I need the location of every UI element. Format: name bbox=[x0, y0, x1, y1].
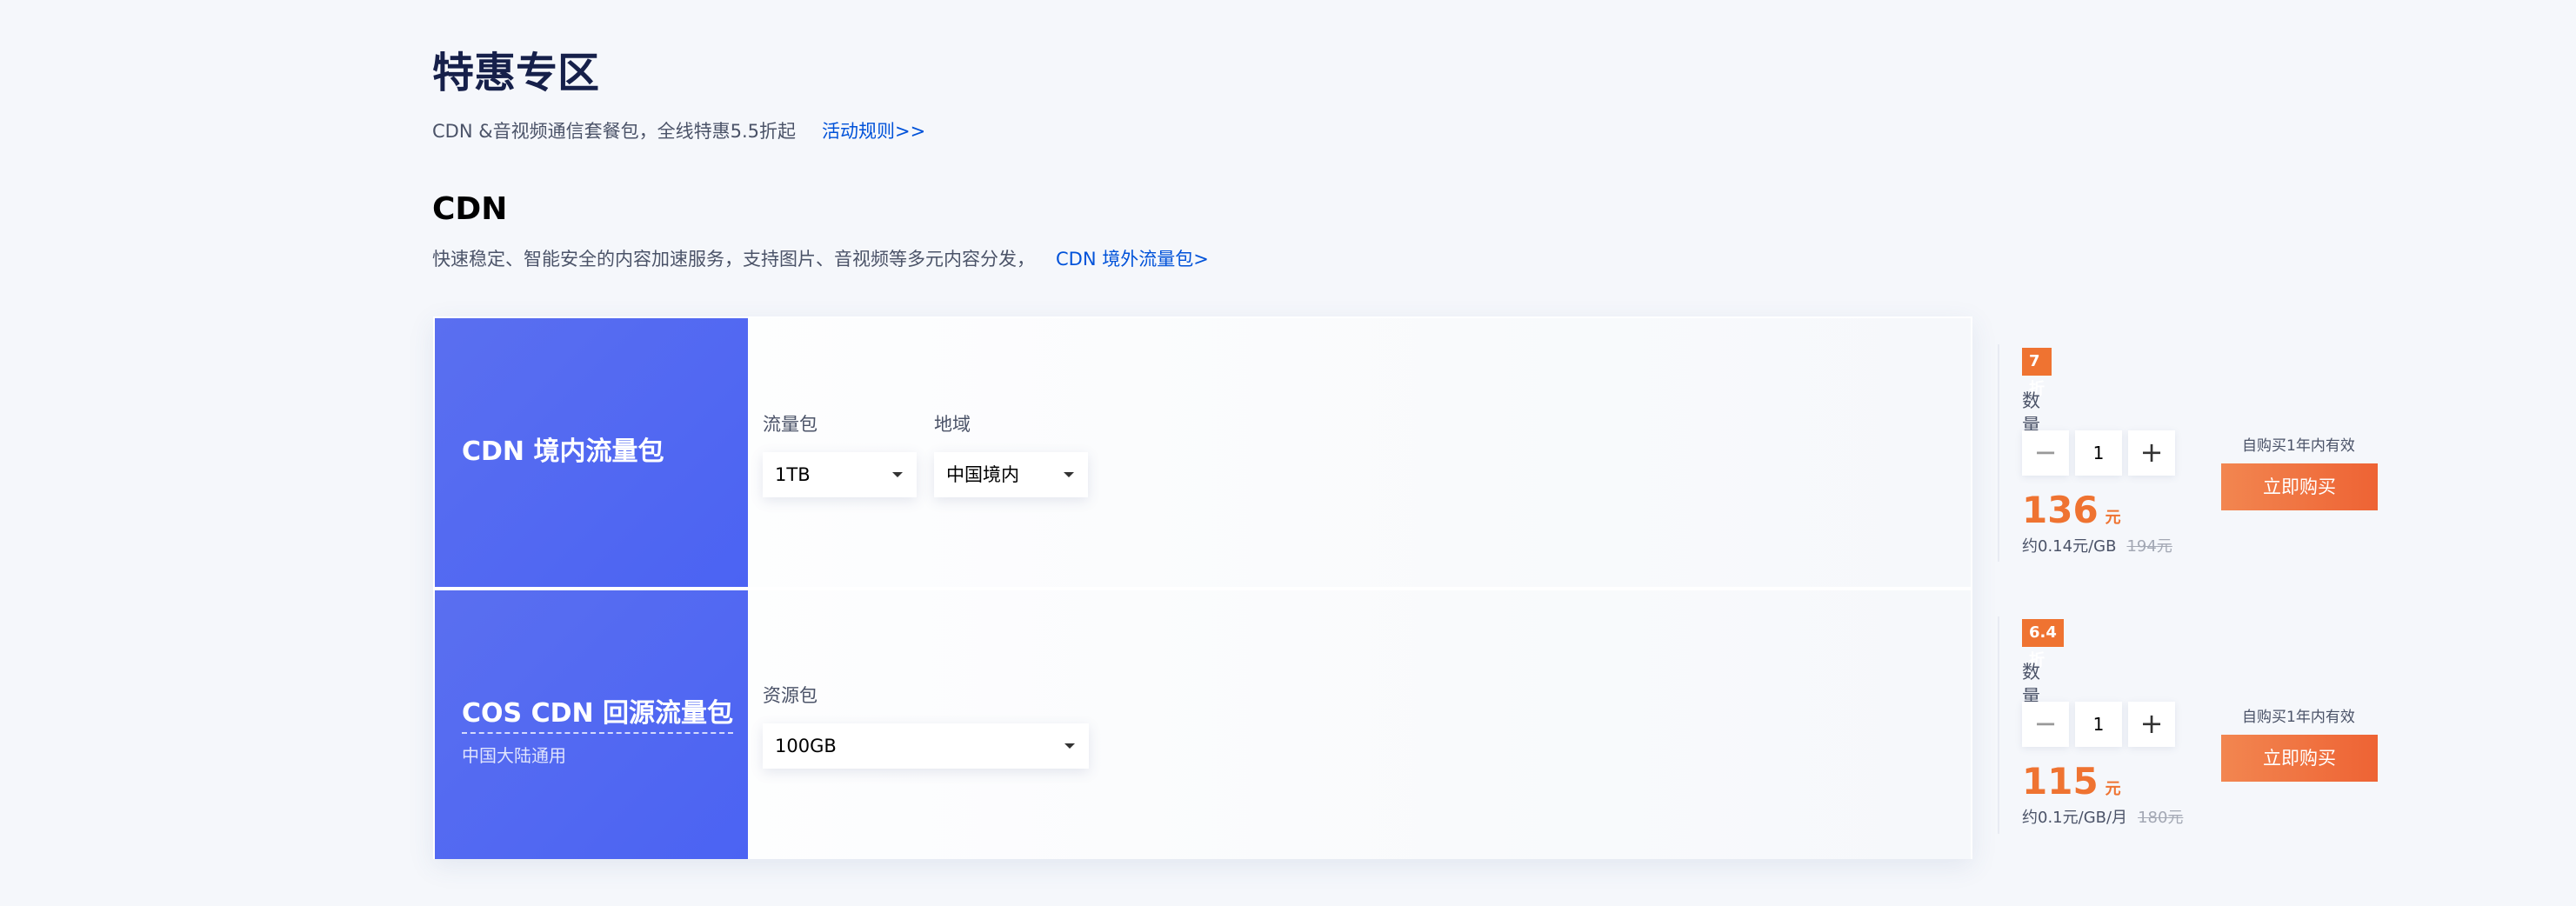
minus-icon[interactable]: − bbox=[2022, 702, 2069, 747]
page-title: 特惠专区 bbox=[432, 49, 600, 97]
page-subtitle: CDN &音视频通信套餐包，全线特惠5.5折起 活动规则>> bbox=[432, 118, 925, 144]
traffic-package-select[interactable]: 1TB bbox=[763, 452, 917, 497]
discount-badge: 7折 bbox=[2022, 348, 2052, 398]
caret-down-icon bbox=[1064, 743, 1075, 749]
caret-down-icon bbox=[892, 472, 903, 477]
price-value: 136 bbox=[2022, 489, 2099, 531]
divider bbox=[1998, 344, 1999, 562]
product-list: CDN 境内流量包 流量包 1TB 地域 中国境内 7折 数量 − 1 + 13… bbox=[433, 316, 2378, 859]
buy-now-button[interactable]: 立即购买 bbox=[2221, 463, 2378, 510]
resource-package-select[interactable]: 100GB bbox=[763, 723, 1089, 769]
section-title: CDN bbox=[432, 191, 508, 227]
section-description: 快速稳定、智能安全的内容加速服务，支持图片、音视频等多元内容分发， CDN 境外流… bbox=[432, 246, 1209, 272]
unit-price: 约0.1元/GB/月 180元 bbox=[2022, 807, 2183, 829]
unit-price-text: 约0.1元/GB/月 bbox=[2022, 809, 2128, 827]
page: 特惠专区 CDN &音视频通信套餐包，全线特惠5.5折起 活动规则>> CDN 快… bbox=[0, 0, 2576, 906]
validity-note: 自购买1年内有效 bbox=[2242, 437, 2355, 455]
price-unit: 元 bbox=[2105, 509, 2121, 527]
region-select[interactable]: 中国境内 bbox=[934, 452, 1088, 497]
section-description-text: 快速稳定、智能安全的内容加速服务，支持图片、音视频等多元内容分发， bbox=[432, 249, 1035, 270]
region-value: 中国境内 bbox=[946, 464, 1019, 485]
product-name: CDN 境内流量包 bbox=[462, 436, 664, 467]
unit-price: 约0.14元/GB 194元 bbox=[2022, 536, 2172, 558]
divider bbox=[1998, 616, 1999, 834]
traffic-package-value: 1TB bbox=[775, 464, 811, 485]
price: 115 元 bbox=[2022, 758, 2121, 805]
price-unit: 元 bbox=[2105, 780, 2121, 798]
quantity-input[interactable]: 1 bbox=[2075, 430, 2122, 476]
discount-badge: 6.4折 bbox=[2022, 619, 2064, 670]
region-label: 地域 bbox=[934, 414, 971, 435]
product-card-header: COS CDN 回源流量包 中国大陆通用 bbox=[435, 590, 748, 859]
validity-note: 自购买1年内有效 bbox=[2242, 709, 2355, 726]
product-subtitle: 中国大陆通用 bbox=[462, 745, 566, 766]
plus-icon[interactable]: + bbox=[2128, 702, 2175, 747]
original-price: 194元 bbox=[2126, 537, 2172, 556]
price: 136 元 bbox=[2022, 487, 2121, 534]
original-price: 180元 bbox=[2138, 809, 2184, 827]
product-card-cos-cdn-origin: COS CDN 回源流量包 中国大陆通用 资源包 100GB 6.4折 数量 −… bbox=[435, 590, 2378, 859]
rules-link[interactable]: 活动规则>> bbox=[822, 121, 925, 142]
unit-price-text: 约0.14元/GB bbox=[2022, 537, 2117, 556]
resource-package-value: 100GB bbox=[775, 736, 837, 756]
product-card-header: CDN 境内流量包 bbox=[435, 318, 748, 587]
resource-package-label: 资源包 bbox=[763, 685, 818, 706]
overseas-package-link[interactable]: CDN 境外流量包> bbox=[1056, 249, 1209, 270]
plus-icon[interactable]: + bbox=[2128, 430, 2175, 476]
page-subtitle-text: CDN &音视频通信套餐包，全线特惠5.5折起 bbox=[432, 121, 796, 142]
product-card-cdn-domestic: CDN 境内流量包 流量包 1TB 地域 中国境内 7折 数量 − 1 + 13… bbox=[435, 318, 2378, 587]
product-name[interactable]: COS CDN 回源流量包 bbox=[462, 696, 734, 734]
minus-icon[interactable]: − bbox=[2022, 430, 2069, 476]
price-value: 115 bbox=[2022, 760, 2099, 803]
buy-now-button[interactable]: 立即购买 bbox=[2221, 735, 2378, 782]
quantity-input[interactable]: 1 bbox=[2075, 702, 2122, 747]
caret-down-icon bbox=[1064, 472, 1074, 477]
traffic-package-label: 流量包 bbox=[763, 414, 818, 435]
